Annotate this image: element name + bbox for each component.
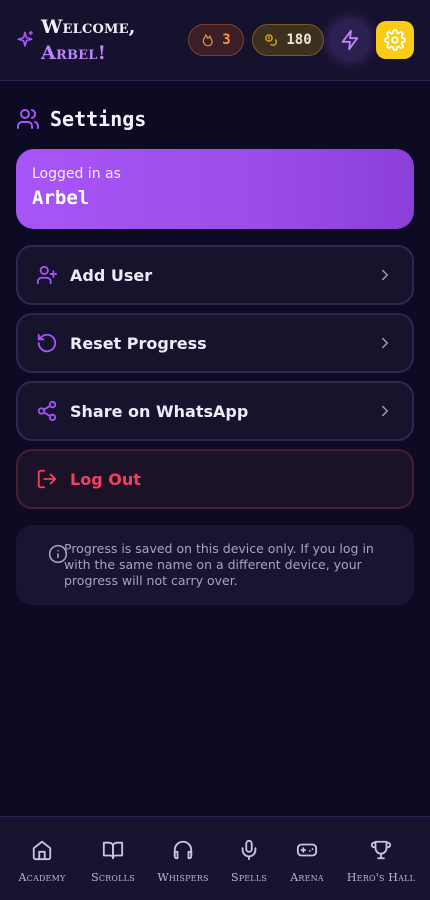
add-user-button[interactable]: Add User	[16, 245, 414, 305]
share-icon	[36, 400, 58, 422]
nav-item-academy[interactable]: Academy	[12, 839, 72, 884]
share-whatsapp-label: Share on WhatsApp	[70, 401, 249, 421]
nav-item-spells[interactable]: Spells	[226, 839, 272, 884]
flame-icon	[203, 34, 213, 47]
coins-count: 180	[286, 32, 312, 48]
nav-label: Academy	[18, 871, 66, 884]
logged-in-card: Logged in as Arbel	[16, 149, 414, 229]
logged-in-user-name: Arbel	[32, 187, 90, 209]
book-icon	[102, 841, 124, 860]
page-title: Settings	[50, 107, 147, 131]
coins-badge[interactable]: 180	[252, 24, 324, 56]
settings-button[interactable]	[376, 21, 414, 59]
welcome-greeting: Welcome, Arbel!	[41, 14, 136, 66]
users-icon	[17, 109, 40, 129]
chevron-right-icon	[382, 405, 389, 417]
info-notice: Progress is saved on this device only. I…	[16, 525, 414, 605]
bottom-navigation: Academy Scrolls Whispers Spells Arena He…	[0, 816, 430, 900]
microphone-icon	[241, 839, 257, 861]
lightning-icon	[341, 29, 359, 51]
share-whatsapp-button[interactable]: Share on WhatsApp	[16, 381, 414, 441]
nav-item-whispers[interactable]: Whispers	[153, 839, 213, 884]
reset-progress-label: Reset Progress	[70, 333, 207, 353]
sparkles-icon	[17, 30, 33, 47]
nav-label: Scrolls	[91, 871, 135, 884]
nav-item-scrolls[interactable]: Scrolls	[86, 839, 140, 884]
add-user-label: Add User	[70, 265, 153, 285]
log-out-icon	[36, 468, 58, 490]
nav-label: Arena	[290, 871, 324, 884]
info-text: Progress is saved on this device only. I…	[64, 541, 374, 588]
logged-in-label: Logged in as	[32, 166, 121, 182]
log-out-button[interactable]: Log Out	[16, 449, 414, 509]
nav-item-arena[interactable]: Arena	[284, 839, 330, 884]
info-icon	[48, 544, 68, 564]
coins-icon	[265, 33, 278, 46]
chevron-right-icon	[382, 269, 389, 281]
reset-progress-button[interactable]: Reset Progress	[16, 313, 414, 373]
welcome-user-name: Arbel!	[41, 42, 107, 64]
gamepad-icon	[296, 843, 318, 857]
rotate-ccw-icon	[36, 332, 58, 354]
log-out-label: Log Out	[70, 469, 141, 489]
chevron-right-icon	[382, 337, 389, 349]
nav-label: Spells	[230, 871, 268, 884]
power-button[interactable]	[330, 20, 370, 60]
streak-count: 3	[222, 32, 231, 48]
nav-label: Whispers	[157, 871, 209, 884]
user-plus-icon	[36, 264, 58, 286]
trophy-icon	[370, 840, 392, 860]
streak-badge[interactable]: 3	[188, 24, 244, 56]
nav-item-heros-hall[interactable]: Hero's Hall	[344, 839, 418, 884]
welcome-text: Welcome,	[41, 16, 136, 38]
home-icon	[32, 840, 52, 861]
nav-label: Hero's Hall	[346, 871, 416, 884]
headphones-icon	[173, 840, 193, 860]
top-bar: Welcome, Arbel! 3 180	[0, 0, 430, 81]
gear-icon	[384, 29, 406, 51]
settings-heading: Settings	[16, 104, 146, 134]
